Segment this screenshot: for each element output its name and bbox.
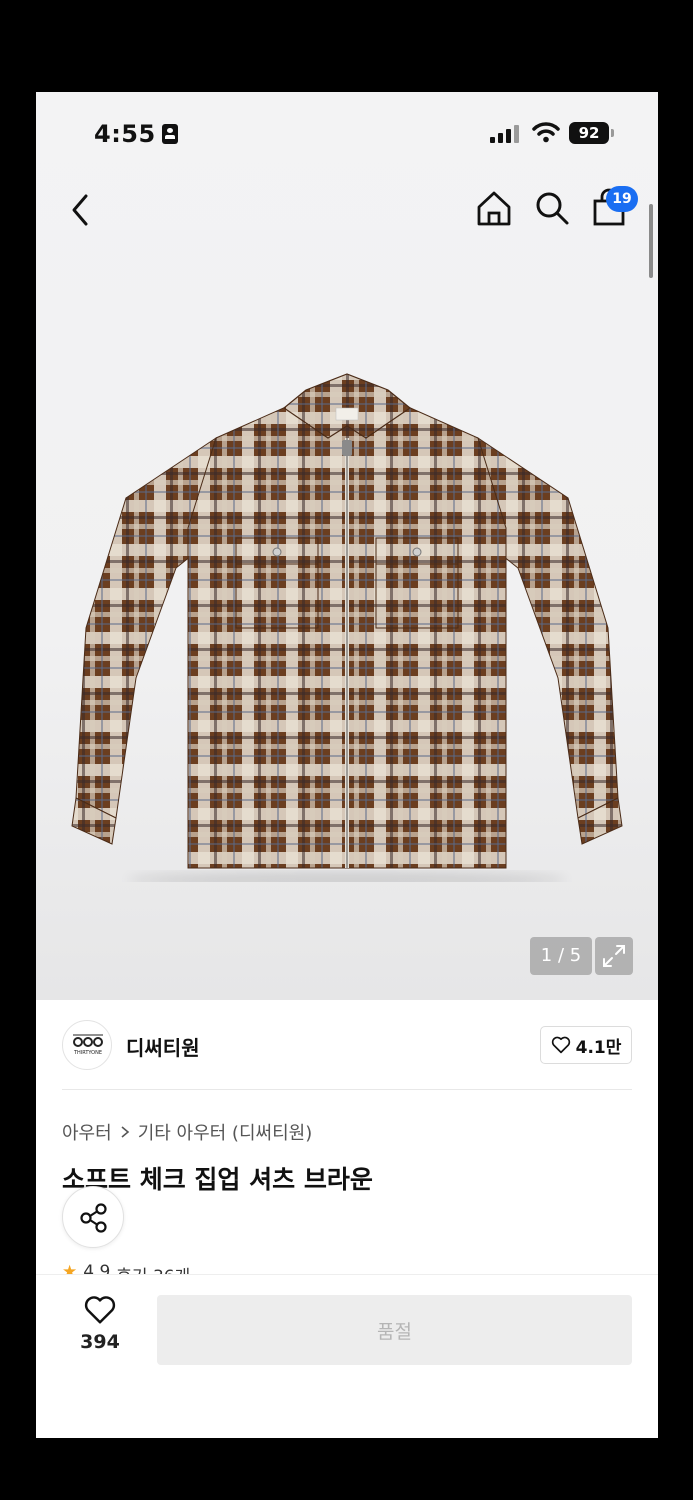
home-icon[interactable] (474, 188, 514, 228)
sold-out-button[interactable]: 품절 (157, 1295, 632, 1365)
search-icon[interactable] (532, 188, 572, 228)
status-time: 4:55 (94, 120, 156, 148)
expand-icon[interactable] (595, 937, 633, 975)
brand-logo-text: THIRTYONE (73, 1050, 102, 1056)
image-counter: 1 / 5 (530, 937, 592, 975)
brand-logo-mark: THIRTYONE (73, 1034, 103, 1056)
app-screen: 4:55 92 19 1 / 5 THIRTYONE 디써티원 4.1만 아우터… (36, 92, 658, 1438)
cart-count-badge: 19 (606, 186, 638, 212)
product-image[interactable] (66, 368, 628, 882)
divider (62, 1089, 632, 1090)
review-count: 후기 36개 (116, 1262, 190, 1274)
star-icon: ★ (62, 1262, 78, 1274)
wishlist-button[interactable]: 394 (66, 1295, 134, 1365)
wifi-icon (532, 122, 560, 143)
rating-row[interactable]: ★ 4.9 후기 36개 (62, 1262, 190, 1274)
brand-like-button[interactable]: 4.1만 (540, 1026, 632, 1064)
back-icon[interactable] (64, 190, 96, 230)
wishlist-count: 394 (80, 1331, 120, 1353)
breadcrumb-item-outer[interactable]: 아우터 (62, 1119, 112, 1145)
heart-icon (551, 1036, 570, 1054)
id-card-icon (162, 124, 178, 144)
bottom-action-bar: 394 품절 (36, 1274, 658, 1438)
chevron-right-icon (121, 1126, 129, 1138)
breadcrumb-item-category[interactable]: 기타 아우터 (디써티원) (138, 1119, 313, 1145)
heart-icon (84, 1296, 116, 1324)
brand-name[interactable]: 디써티원 (126, 1032, 200, 1061)
brand-logo[interactable]: THIRTYONE (62, 1020, 112, 1070)
share-button[interactable] (62, 1186, 124, 1248)
brand-like-count: 4.1만 (575, 1037, 622, 1058)
rating-value: 4.9 (83, 1262, 111, 1274)
share-icon (80, 1203, 107, 1233)
signal-icon (490, 125, 519, 143)
scrollbar[interactable] (649, 204, 653, 278)
battery-tip (611, 129, 614, 137)
battery-indicator: 92 (569, 122, 609, 144)
breadcrumb: 아우터 기타 아우터 (디써티원) (62, 1119, 312, 1145)
